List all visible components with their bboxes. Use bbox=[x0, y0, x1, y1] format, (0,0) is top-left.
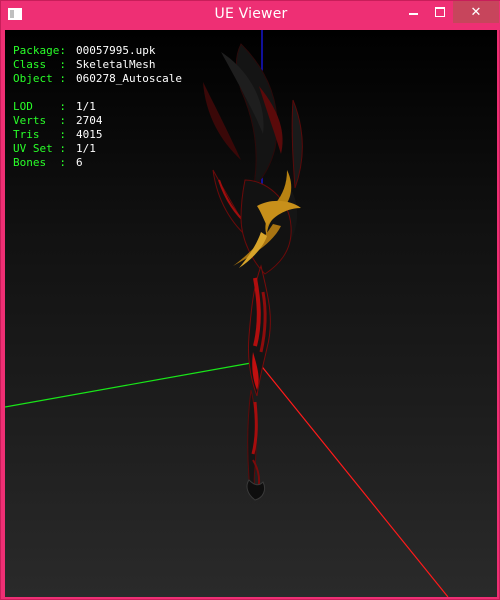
info-value: 1/1 bbox=[76, 100, 96, 113]
info-row-class: Class : SkeletalMesh bbox=[13, 58, 182, 72]
info-row-verts: Verts : 2704 bbox=[13, 114, 182, 128]
maximize-button[interactable] bbox=[427, 1, 453, 23]
axis-y bbox=[5, 362, 252, 408]
3d-viewport[interactable]: Package: 00057995.upk Class : SkeletalMe… bbox=[5, 30, 497, 597]
info-row-bones: Bones : 6 bbox=[13, 156, 182, 170]
info-label: Verts : bbox=[13, 114, 66, 127]
info-value: 060278_Autoscale bbox=[76, 72, 182, 85]
info-row-uvset: UV Set : 1/1 bbox=[13, 142, 182, 156]
info-value: 4015 bbox=[76, 128, 103, 141]
info-label: Object : bbox=[13, 72, 66, 85]
info-label: UV Set : bbox=[13, 142, 66, 155]
skeletal-mesh bbox=[203, 43, 303, 501]
info-row-tris: Tris : 4015 bbox=[13, 128, 182, 142]
mesh-info-overlay: Package: 00057995.upk Class : SkeletalMe… bbox=[13, 44, 182, 170]
maximize-icon bbox=[435, 7, 445, 17]
minimize-icon bbox=[408, 13, 418, 15]
info-row-object: Object : 060278_Autoscale bbox=[13, 72, 182, 86]
close-icon: ✕ bbox=[470, 4, 482, 20]
info-label: Class : bbox=[13, 58, 66, 71]
info-label: LOD : bbox=[13, 100, 66, 113]
info-row-lod: LOD : 1/1 bbox=[13, 100, 182, 114]
info-value: 00057995.upk bbox=[76, 44, 156, 57]
info-value: SkeletalMesh bbox=[76, 58, 156, 71]
info-row-package: Package: 00057995.upk bbox=[13, 44, 182, 58]
info-value: 6 bbox=[76, 156, 83, 169]
minimize-button[interactable] bbox=[399, 1, 427, 23]
info-value: 2704 bbox=[76, 114, 103, 127]
info-label: Package: bbox=[13, 44, 66, 57]
info-label: Tris : bbox=[13, 128, 66, 141]
title-bar[interactable]: UE Viewer ✕ bbox=[1, 1, 500, 30]
close-button[interactable]: ✕ bbox=[453, 1, 499, 23]
axis-x bbox=[258, 362, 449, 597]
info-value: 1/1 bbox=[76, 142, 96, 155]
app-window: UE Viewer ✕ Package: 00057995.upk Class … bbox=[0, 0, 500, 600]
info-label: Bones : bbox=[13, 156, 66, 169]
